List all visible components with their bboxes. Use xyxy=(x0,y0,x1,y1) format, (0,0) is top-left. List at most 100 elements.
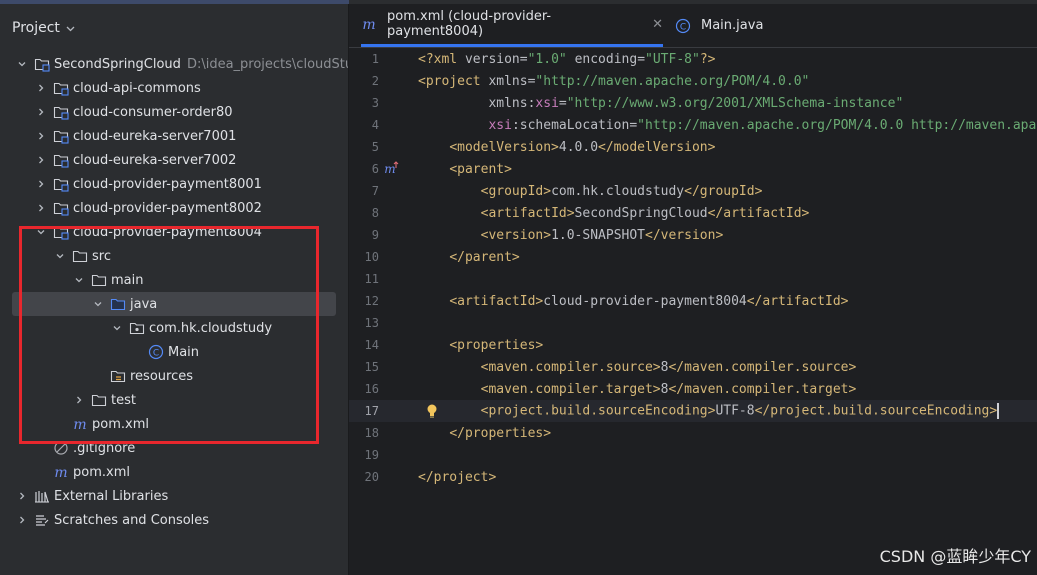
tree-item-label: External Libraries xyxy=(54,488,169,504)
chevron-down-icon[interactable] xyxy=(54,250,66,262)
code-text: <parent> xyxy=(449,161,512,177)
chevron-right-icon[interactable] xyxy=(73,394,85,406)
code-line[interactable]: 3 xmlns:xsi="http://www.w3.org/2001/XMLS… xyxy=(349,92,1037,114)
tree-item-src[interactable]: src xyxy=(0,244,348,268)
tree-item-java[interactable]: java xyxy=(12,292,336,316)
line-number: 10 xyxy=(364,250,379,264)
tree-item-main[interactable]: C Main xyxy=(0,340,348,364)
code-line[interactable]: 1 <?xml version="1.0" encoding="UTF-8"?> xyxy=(349,48,1037,70)
tree-item-label: cloud-eureka-server7002 xyxy=(73,152,237,168)
package-icon xyxy=(129,320,145,336)
panel-title: Project xyxy=(12,20,60,36)
code-line[interactable]: 15 <maven.compiler.source>8</maven.compi… xyxy=(349,356,1037,378)
chevron-right-icon[interactable] xyxy=(35,106,47,118)
code-line[interactable]: 10 </parent> xyxy=(349,246,1037,268)
chevron-right-icon[interactable] xyxy=(35,178,47,190)
code-line[interactable]: 17 <project.build.sourceEncoding>UTF-8</… xyxy=(349,400,1037,422)
chevron-down-icon[interactable] xyxy=(111,322,123,334)
code-line[interactable]: 9 <version>1.0-SNAPSHOT</version> xyxy=(349,224,1037,246)
code-line[interactable]: 4 xsi:schemaLocation="http://maven.apach… xyxy=(349,114,1037,136)
tree-item-cloud-consumer-order80[interactable]: cloud-consumer-order80 xyxy=(0,100,348,124)
chevron-right-icon[interactable] xyxy=(16,490,28,502)
watermark: CSDN @蓝眸少年CY xyxy=(879,547,1031,566)
code-line[interactable]: 20 </project> xyxy=(349,466,1037,488)
tree-arrow-placeholder xyxy=(35,466,47,478)
code-text: xmlns:xsi="http://www.w3.org/2001/XMLSch… xyxy=(488,95,904,111)
code-line[interactable]: 19 xyxy=(349,444,1037,466)
tree-item-resources[interactable]: resources xyxy=(0,364,348,388)
code-line[interactable]: 16 <maven.compiler.target>8</maven.compi… xyxy=(349,378,1037,400)
tree-item-cloud-eureka-server7001[interactable]: cloud-eureka-server7001 xyxy=(0,124,348,148)
source-folder-icon xyxy=(110,296,126,312)
tree-arrow-placeholder xyxy=(35,442,47,454)
line-number: 4 xyxy=(371,118,379,132)
line-number: 14 xyxy=(364,338,379,352)
tree-item-cloud-eureka-server7002[interactable]: cloud-eureka-server7002 xyxy=(0,148,348,172)
tree-item-main[interactable]: main xyxy=(0,268,348,292)
resources-folder-icon xyxy=(110,368,126,384)
tab-pom-xml[interactable]: m pom.xml (cloud-provider-payment8004) ✕ xyxy=(361,4,663,47)
class-icon: C xyxy=(148,344,164,360)
tree-item-label: Scratches and Consoles xyxy=(54,512,210,528)
overrides-parent-gutter-icon[interactable]: m xyxy=(383,159,401,181)
chevron-down-icon[interactable] xyxy=(16,58,28,70)
code-text: <maven.compiler.target>8</maven.compiler… xyxy=(480,381,857,397)
code-line[interactable]: 8 <artifactId>SecondSpringCloud</artifac… xyxy=(349,202,1037,224)
module-folder-icon xyxy=(53,176,69,192)
svg-text:C: C xyxy=(680,22,686,32)
svg-text:m: m xyxy=(384,162,395,176)
chevron-right-icon[interactable] xyxy=(35,82,47,94)
tree-item-pom-xml[interactable]: m pom.xml xyxy=(0,460,348,484)
tree-item-gitignore[interactable]: .gitignore xyxy=(0,436,348,460)
code-line[interactable]: 11 xyxy=(349,268,1037,290)
module-folder-icon xyxy=(53,128,69,144)
tree-item-cloud-provider-payment8001[interactable]: cloud-provider-payment8001 xyxy=(0,172,348,196)
tree-item-label: resources xyxy=(130,368,194,384)
chevron-right-icon[interactable] xyxy=(35,154,47,166)
class-icon: C xyxy=(675,18,691,34)
line-number: 17 xyxy=(364,404,379,418)
chevron-right-icon[interactable] xyxy=(35,130,47,142)
project-panel: Project SecondSpringCloud D:\idea_project… xyxy=(0,4,348,575)
tree-item-cloud-provider-payment8004[interactable]: cloud-provider-payment8004 xyxy=(0,220,348,244)
code-line[interactable]: 18 </properties> xyxy=(349,422,1037,444)
tree-item-cloud-api-commons[interactable]: cloud-api-commons xyxy=(0,76,348,100)
line-number: 5 xyxy=(371,140,379,154)
code-line[interactable]: 6m <parent> xyxy=(349,158,1037,180)
chevron-down-icon[interactable] xyxy=(73,274,85,286)
scratches-icon xyxy=(34,512,50,528)
folder-icon xyxy=(91,272,107,288)
module-folder-icon xyxy=(34,56,50,72)
code-line[interactable]: 13 xyxy=(349,312,1037,334)
tree-item-label: .gitignore xyxy=(73,440,136,456)
tree-item-test[interactable]: test xyxy=(0,388,348,412)
tree-item-label: SecondSpringCloud xyxy=(54,56,181,72)
tree-item-secondspringcloud[interactable]: SecondSpringCloud D:\idea_projects\cloudS… xyxy=(0,52,348,76)
svg-text:m: m xyxy=(362,17,375,32)
chevron-down-icon[interactable] xyxy=(66,24,75,33)
tree-item-com-hk-cloudstudy[interactable]: com.hk.cloudstudy xyxy=(0,316,348,340)
chevron-down-icon[interactable] xyxy=(92,298,104,310)
module-folder-icon xyxy=(53,152,69,168)
chevron-right-icon[interactable] xyxy=(16,514,28,526)
tree-item-pom-xml[interactable]: m pom.xml xyxy=(0,412,348,436)
code-line[interactable]: 12 <artifactId>cloud-provider-payment800… xyxy=(349,290,1037,312)
tab-main-java[interactable]: C Main.java xyxy=(675,4,775,47)
ignore-file-icon xyxy=(53,440,69,456)
line-number: 3 xyxy=(371,96,379,110)
project-panel-header[interactable]: Project xyxy=(12,18,75,38)
editor-area: m pom.xml (cloud-provider-payment8004) ✕… xyxy=(349,4,1037,575)
code-line[interactable]: 5 <modelVersion>4.0.0</modelVersion> xyxy=(349,136,1037,158)
tree-item-cloud-provider-payment8002[interactable]: cloud-provider-payment8002 xyxy=(0,196,348,220)
tree-item-external-libraries[interactable]: External Libraries xyxy=(0,484,348,508)
code-line[interactable]: 2 <project xmlns="http://maven.apache.org… xyxy=(349,70,1037,92)
code-line[interactable]: 14 <properties> xyxy=(349,334,1037,356)
editor-tab-bar: m pom.xml (cloud-provider-payment8004) ✕… xyxy=(349,4,1037,48)
chevron-down-icon[interactable] xyxy=(35,226,47,238)
tree-item-scratches-and-consoles[interactable]: Scratches and Consoles xyxy=(0,508,348,532)
tree-item-path-hint: D:\idea_projects\cloudStudy xyxy=(186,56,348,72)
tree-item-label: main xyxy=(111,272,144,288)
close-icon[interactable]: ✕ xyxy=(652,17,663,32)
code-line[interactable]: 7 <groupId>com.hk.cloudstudy</groupId> xyxy=(349,180,1037,202)
chevron-right-icon[interactable] xyxy=(35,202,47,214)
